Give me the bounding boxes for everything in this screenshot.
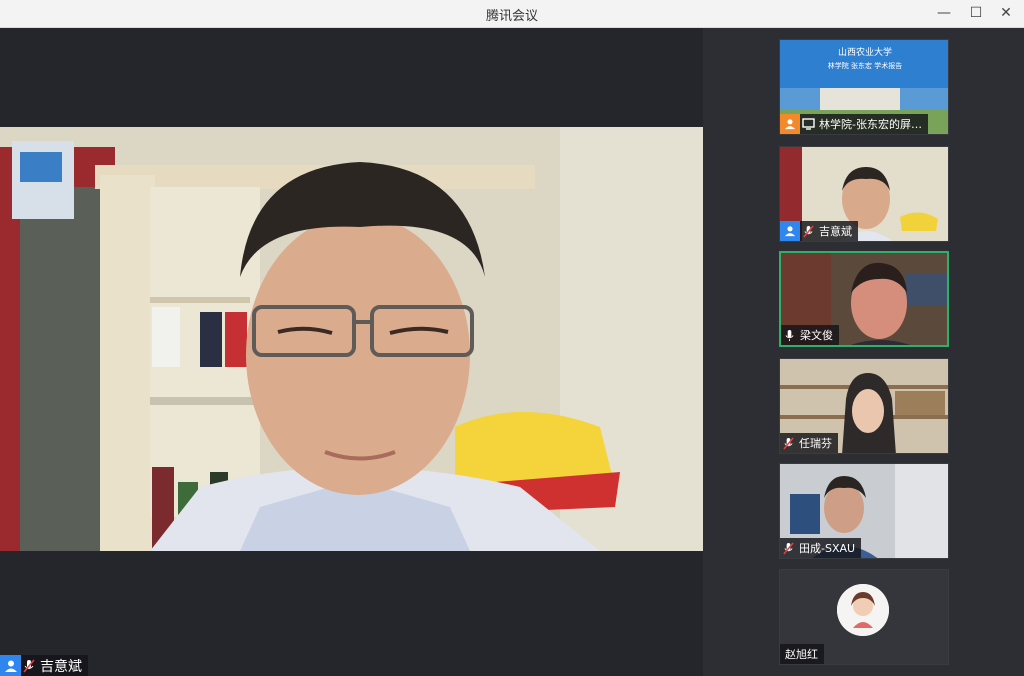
participant-name: 田成-SXAU bbox=[799, 542, 856, 555]
main-speaker-tag: 吉意斌 bbox=[0, 655, 88, 676]
user-icon bbox=[780, 114, 800, 134]
title-bar: 腾讯会议 — ☐ ✕ bbox=[0, 0, 1024, 28]
slide-title: 山西农业大学 bbox=[837, 48, 892, 58]
slide-subtitle: 林学院 张东宏 学术报告 bbox=[827, 62, 903, 70]
mic-icon bbox=[781, 325, 797, 346]
window-title: 腾讯会议 bbox=[485, 9, 538, 24]
participant-tile-screen-share[interactable]: 山西农业大学 林学院 张东宏 学术报告 林学院-张东宏的屏… bbox=[779, 39, 949, 135]
close-button[interactable]: ✕ bbox=[995, 3, 1017, 23]
avatar-image bbox=[837, 584, 889, 636]
participant-tile-active[interactable]: 梁文俊 bbox=[779, 251, 949, 347]
main-speaker-video[interactable] bbox=[0, 127, 703, 551]
speaker-video-frame bbox=[0, 127, 703, 551]
participant-name: 任瑞芬 bbox=[799, 437, 832, 450]
minimize-button[interactable]: — bbox=[933, 3, 955, 23]
user-icon bbox=[780, 221, 800, 241]
mic-muted-icon bbox=[21, 655, 37, 676]
participant-name: 吉意斌 bbox=[819, 225, 852, 238]
maximize-button[interactable]: ☐ bbox=[965, 3, 987, 23]
mic-muted-icon bbox=[780, 433, 796, 454]
mic-muted-icon bbox=[800, 221, 816, 242]
participant-tag: 吉意斌 bbox=[780, 221, 858, 241]
participant-tag: 赵旭红 bbox=[780, 644, 824, 664]
screen-share-icon bbox=[800, 114, 816, 135]
main-speaker-name: 吉意斌 bbox=[40, 658, 82, 675]
user-icon bbox=[0, 655, 21, 676]
participant-tag: 田成-SXAU bbox=[780, 538, 862, 559]
participant-name: 林学院-张东宏的屏… bbox=[819, 118, 922, 131]
participant-tile[interactable]: 田成-SXAU bbox=[779, 463, 949, 559]
participant-tile[interactable]: 吉意斌 bbox=[779, 146, 949, 242]
avatar bbox=[837, 584, 889, 636]
participant-tag: 任瑞芬 bbox=[780, 433, 838, 453]
participant-name: 梁文俊 bbox=[800, 329, 833, 342]
participant-name: 赵旭红 bbox=[785, 648, 818, 661]
mic-muted-icon bbox=[780, 538, 796, 559]
participant-tag: 林学院-张东宏的屏… bbox=[780, 114, 928, 134]
participant-tile[interactable]: 任瑞芬 bbox=[779, 358, 949, 454]
participant-tag: 梁文俊 bbox=[781, 325, 839, 345]
participant-tile-no-video[interactable]: 赵旭红 bbox=[779, 569, 949, 665]
